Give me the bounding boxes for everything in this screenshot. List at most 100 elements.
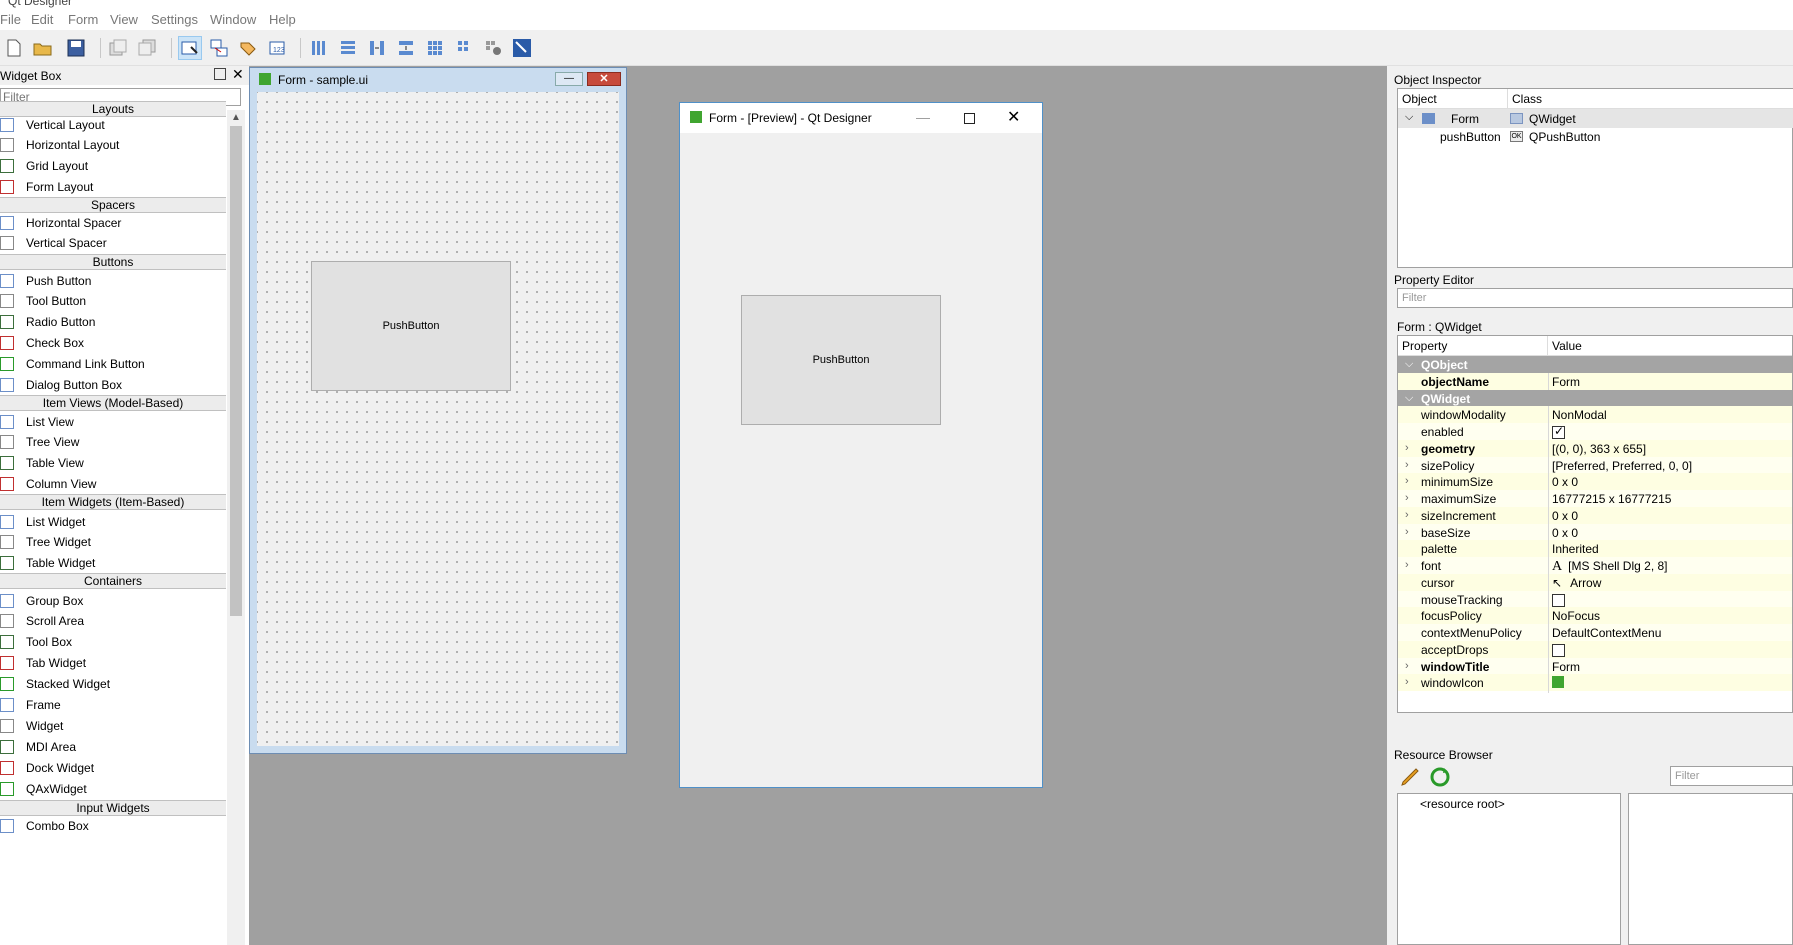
property-row-sizeincrement[interactable]: › sizeIncrement 0 x 0 bbox=[1398, 506, 1792, 526]
widget-item-tool-button[interactable]: Tool Button bbox=[0, 291, 226, 312]
widget-item-combo-box[interactable]: Combo Box bbox=[0, 815, 226, 836]
property-row-minimumsize[interactable]: › minimumSize 0 x 0 bbox=[1398, 473, 1792, 493]
property-row-mousetracking[interactable]: mouseTracking bbox=[1398, 590, 1792, 610]
category-spacers[interactable]: Spacers bbox=[0, 197, 226, 213]
preview-push-button[interactable]: PushButton bbox=[741, 295, 941, 425]
chevron-right-icon[interactable]: › bbox=[1405, 660, 1409, 672]
property-value[interactable]: 0 x 0 bbox=[1552, 475, 1578, 489]
widget-item-tree-view[interactable]: Tree View bbox=[0, 432, 226, 453]
widget-item-scroll-area[interactable]: Scroll Area bbox=[0, 611, 226, 632]
property-row-enabled[interactable]: enabled bbox=[1398, 423, 1792, 442]
new-file-icon[interactable] bbox=[2, 36, 26, 60]
widget-item-push-button[interactable]: Push Button bbox=[0, 270, 226, 291]
property-value[interactable]: [(0, 0), 363 x 655] bbox=[1552, 442, 1646, 456]
property-table[interactable]: Property Value ⌵ QObject objectName Form ⌵ QW… bbox=[1397, 335, 1793, 713]
widget-item-stacked-widget[interactable]: Stacked Widget bbox=[0, 674, 226, 695]
property-value[interactable]: [Preferred, Preferred, 0, 0] bbox=[1552, 459, 1692, 473]
chevron-right-icon[interactable]: › bbox=[1405, 526, 1409, 538]
layout-grid-icon[interactable] bbox=[423, 36, 447, 60]
layout-h-splitter-icon[interactable] bbox=[365, 36, 389, 60]
property-value[interactable]: NoFocus bbox=[1552, 609, 1600, 623]
widget-item-grid-layout[interactable]: Grid Layout bbox=[0, 156, 226, 177]
property-value[interactable]: Inherited bbox=[1552, 542, 1599, 556]
edit-buddies-icon[interactable] bbox=[236, 36, 260, 60]
close-icon[interactable]: ✕ bbox=[232, 66, 244, 83]
form-window-titlebar[interactable]: Form - sample.ui — ✕ bbox=[250, 68, 626, 90]
property-value[interactable]: 16777215 x 16777215 bbox=[1552, 492, 1671, 506]
chevron-right-icon[interactable]: › bbox=[1405, 459, 1409, 471]
header-class[interactable]: Class bbox=[1508, 89, 1793, 109]
menu-form[interactable]: Form bbox=[68, 12, 98, 27]
object-inspector-tree[interactable]: Object Class ⌵ Form QWidget pushButton O… bbox=[1397, 88, 1793, 268]
property-row-palette[interactable]: palette Inherited bbox=[1398, 540, 1792, 560]
property-row-maximumsize[interactable]: › maximumSize 16777215 x 16777215 bbox=[1398, 490, 1792, 509]
property-filter-input[interactable]: Filter bbox=[1397, 288, 1793, 308]
resource-filter-input[interactable]: Filter bbox=[1670, 766, 1793, 786]
property-row-contextmenupolicy[interactable]: contextMenuPolicy DefaultContextMenu bbox=[1398, 624, 1792, 643]
category-input-widgets[interactable]: Input Widgets bbox=[0, 800, 226, 816]
property-group-qobject[interactable]: ⌵ QObject bbox=[1398, 356, 1792, 373]
property-value[interactable]: Form bbox=[1552, 375, 1580, 389]
close-icon[interactable]: ✕ bbox=[1007, 107, 1020, 127]
widget-item-widget[interactable]: Widget bbox=[0, 715, 226, 736]
open-folder-icon[interactable] bbox=[31, 36, 55, 60]
enabled-checkbox[interactable] bbox=[1552, 424, 1565, 440]
tree-row-pushbutton[interactable]: pushButton OK QPushButton bbox=[1398, 128, 1793, 147]
property-row-acceptdrops[interactable]: acceptDrops bbox=[1398, 640, 1792, 660]
widget-item-list-widget[interactable]: List Widget bbox=[0, 511, 226, 532]
property-row-sizepolicy[interactable]: › sizePolicy [Preferred, Preferred, 0, 0] bbox=[1398, 456, 1792, 476]
chevron-down-icon[interactable]: ⌵ bbox=[1405, 111, 1413, 124]
font-value[interactable]: A [MS Shell Dlg 2, 8] bbox=[1552, 559, 1668, 575]
property-value[interactable]: 0 x 0 bbox=[1552, 526, 1578, 540]
tree-row-form[interactable]: ⌵ Form QWidget bbox=[1398, 109, 1793, 128]
chevron-right-icon[interactable]: › bbox=[1405, 492, 1409, 504]
edit-tab-order-icon[interactable]: 123 bbox=[266, 36, 290, 60]
layout-form-icon[interactable] bbox=[452, 36, 476, 60]
property-row-windowicon[interactable]: › windowIcon bbox=[1398, 674, 1792, 694]
form-window[interactable]: Form - sample.ui — ✕ PushButton bbox=[249, 67, 627, 754]
property-row-windowmodality[interactable]: windowModality NonModal bbox=[1398, 406, 1792, 426]
widget-item-horizontal-layout[interactable]: Horizontal Layout bbox=[0, 135, 226, 156]
preview-window[interactable]: Form - [Preview] - Qt Designer — ✕ PushB… bbox=[679, 102, 1043, 788]
widget-item-table-widget[interactable]: Table Widget bbox=[0, 553, 226, 574]
property-row-font[interactable]: › font A [MS Shell Dlg 2, 8] bbox=[1398, 557, 1792, 576]
chevron-down-icon[interactable]: ⌵ bbox=[1405, 358, 1413, 371]
resource-tree[interactable]: <resource root> bbox=[1397, 793, 1621, 945]
widget-item-mdi-area[interactable]: MDI Area bbox=[0, 736, 226, 757]
property-row-objectname[interactable]: objectName Form bbox=[1398, 372, 1792, 392]
adjust-size-icon[interactable] bbox=[510, 36, 534, 60]
widget-item-group-box[interactable]: Group Box bbox=[0, 590, 226, 611]
widget-item-vertical-spacer[interactable]: Vertical Spacer bbox=[0, 233, 226, 254]
layout-vertical-icon[interactable] bbox=[336, 36, 360, 60]
layout-horizontal-icon[interactable] bbox=[307, 36, 331, 60]
property-row-focuspolicy[interactable]: focusPolicy NoFocus bbox=[1398, 607, 1792, 627]
send-back-icon[interactable] bbox=[106, 36, 130, 60]
property-value[interactable]: DefaultContextMenu bbox=[1552, 626, 1661, 640]
break-layout-icon[interactable] bbox=[481, 36, 505, 60]
widget-item-horizontal-spacer[interactable]: Horizontal Spacer bbox=[0, 212, 226, 233]
property-value[interactable]: Form bbox=[1552, 660, 1580, 674]
scroll-up-icon[interactable]: ▲ bbox=[231, 112, 241, 123]
window-icon-value[interactable] bbox=[1552, 676, 1564, 691]
property-row-windowtitle[interactable]: › windowTitle Form bbox=[1398, 657, 1792, 677]
property-row-basesize[interactable]: › baseSize 0 x 0 bbox=[1398, 523, 1792, 543]
category-item-widgets[interactable]: Item Widgets (Item-Based) bbox=[0, 494, 226, 510]
widget-item-table-view[interactable]: Table View bbox=[0, 453, 226, 474]
property-row-cursor[interactable]: cursor ↖ Arrow bbox=[1398, 573, 1792, 593]
accept-drops-checkbox[interactable] bbox=[1552, 643, 1565, 658]
widget-item-vertical-layout[interactable]: Vertical Layout bbox=[0, 114, 226, 135]
header-property[interactable]: Property bbox=[1398, 336, 1548, 356]
reload-icon[interactable] bbox=[1429, 766, 1451, 791]
widget-item-radio-button[interactable]: Radio Button bbox=[0, 312, 226, 333]
menu-help[interactable]: Help bbox=[269, 12, 296, 27]
widget-item-tool-box[interactable]: Tool Box bbox=[0, 632, 226, 653]
edit-pencil-icon[interactable] bbox=[1399, 766, 1421, 791]
layout-v-splitter-icon[interactable] bbox=[394, 36, 418, 60]
category-buttons[interactable]: Buttons bbox=[0, 254, 226, 270]
edit-signals-icon[interactable] bbox=[207, 36, 231, 60]
preview-titlebar[interactable]: Form - [Preview] - Qt Designer — ✕ bbox=[680, 103, 1042, 133]
bring-front-icon[interactable] bbox=[135, 36, 159, 60]
widget-item-column-view[interactable]: Column View bbox=[0, 474, 226, 495]
header-object[interactable]: Object bbox=[1398, 89, 1508, 109]
widget-item-qaxwidget[interactable]: QAxWidget bbox=[0, 778, 226, 799]
